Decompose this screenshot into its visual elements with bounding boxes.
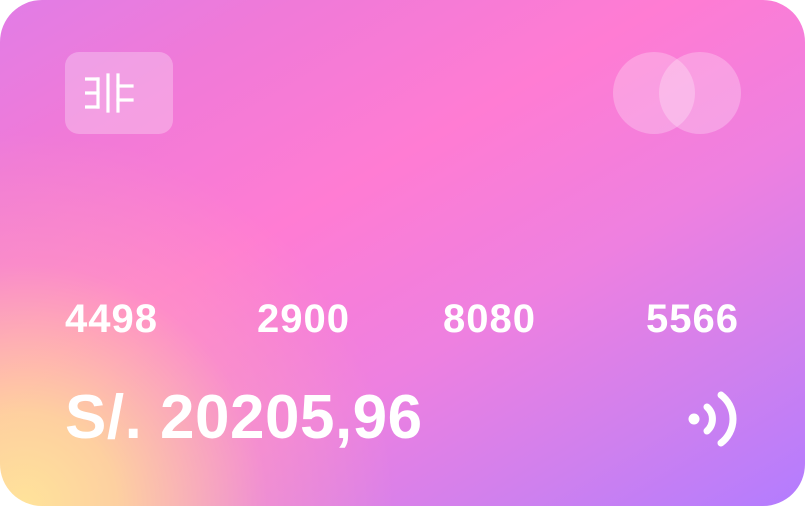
card-number-group-1: 4498 <box>65 297 158 341</box>
bank-logo-icon <box>65 52 173 134</box>
card-number-group-4: 5566 <box>646 297 739 341</box>
mastercard-logo-icon <box>613 52 741 134</box>
credit-card[interactable]: 4498 2900 8080 5566 S/. 20205,96 <box>0 0 805 506</box>
contactless-icon <box>683 380 743 458</box>
mastercard-right-circle <box>659 52 741 134</box>
card-number-group-3: 8080 <box>443 297 536 341</box>
card-balance: S/. 20205,96 <box>65 383 423 452</box>
card-number-group-2: 2900 <box>257 297 350 341</box>
card-number: 4498 2900 8080 5566 <box>65 294 739 344</box>
